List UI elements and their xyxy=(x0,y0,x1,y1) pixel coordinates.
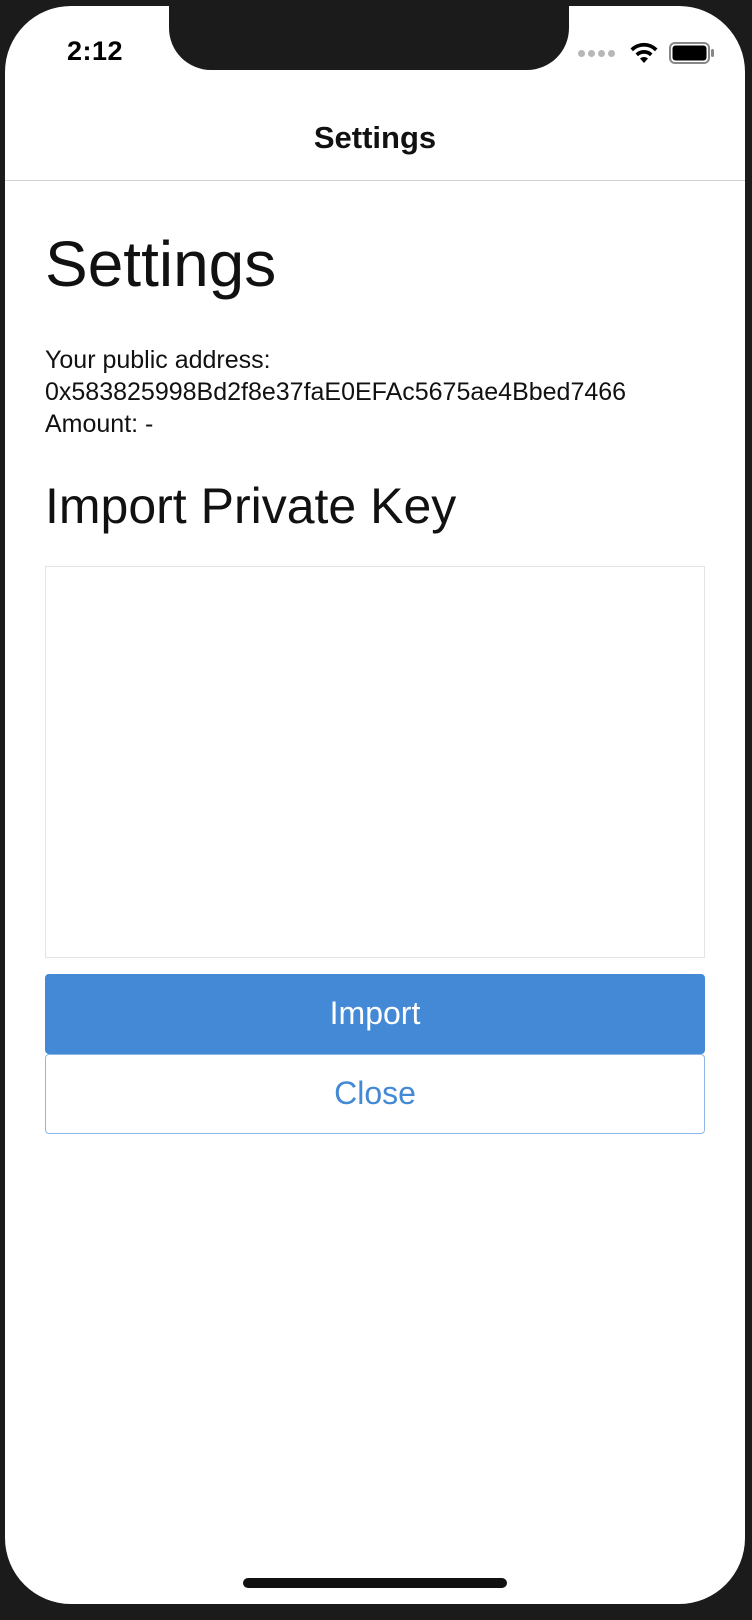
public-address-value: 0x583825998Bd2f8e37faE0EFAc5675ae4Bbed74… xyxy=(45,377,627,406)
device-screen: 2:12 Settings Settings Your public addre… xyxy=(5,6,745,1604)
close-button[interactable]: Close xyxy=(45,1053,705,1134)
settings-content: Settings Your public address: 0x58382599… xyxy=(45,228,705,1134)
public-address-label: Your public address: xyxy=(45,345,271,374)
wifi-icon xyxy=(630,42,658,63)
page-title: Settings xyxy=(45,228,277,300)
private-key-input[interactable] xyxy=(45,565,705,958)
device-notch xyxy=(169,6,569,70)
cellular-signal-icon xyxy=(578,49,615,57)
import-key-title: Import Private Key xyxy=(45,477,457,534)
nav-title: Settings xyxy=(313,120,437,155)
address-info: Your public address: 0x583825998Bd2f8e37… xyxy=(45,344,705,440)
battery-icon xyxy=(669,42,714,64)
import-button[interactable]: Import xyxy=(45,973,705,1054)
navigation-bar: Settings xyxy=(5,96,745,181)
home-indicator[interactable] xyxy=(243,1578,507,1588)
status-time: 2:12 xyxy=(67,36,124,66)
status-indicators xyxy=(578,42,715,64)
amount-label: Amount: - xyxy=(45,409,154,438)
